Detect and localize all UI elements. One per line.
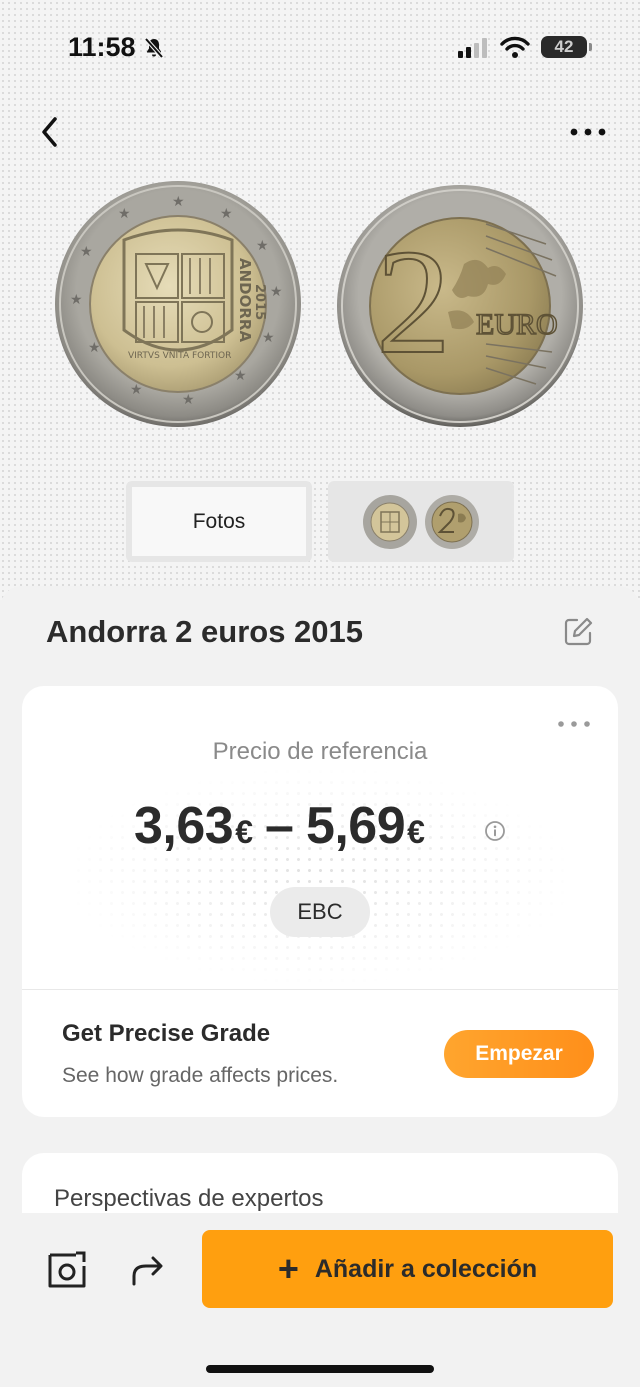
- share-arrow-icon: [132, 1256, 163, 1286]
- reference-price-label: Precio de referencia: [212, 738, 428, 765]
- svg-text:★: ★: [118, 206, 131, 222]
- thumbnail-fotos[interactable]: Fotos: [126, 481, 312, 562]
- chevron-left-icon: [42, 117, 57, 147]
- home-indicator: [206, 1365, 434, 1373]
- coin-obverse-image[interactable]: ★ ★ ★ ★ ★ ★ ★ ★ ★ ★ ★ ★ VIRTVS VNITA FORTIOR AND…: [54, 180, 302, 428]
- signal-icon: [458, 38, 490, 63]
- divider: [22, 989, 618, 990]
- thumbnail-fotos-label: Fotos: [132, 487, 306, 556]
- add-to-collection-label: Añadir a colección: [314, 1254, 538, 1283]
- coin-unit: EURO: [476, 308, 558, 341]
- more-horizontal-icon: [558, 721, 590, 727]
- price-low: 3,63: [134, 797, 234, 855]
- svg-text:★: ★: [220, 206, 233, 222]
- more-options-button[interactable]: [568, 124, 608, 140]
- coin-reverse-image[interactable]: 2 EURO: [336, 184, 584, 428]
- price-card: Precio de referencia 3,63 € – 5,69 € EBC…: [22, 686, 618, 1117]
- coin-value: 2: [376, 219, 451, 385]
- svg-text:★: ★: [88, 340, 101, 356]
- coin-title: Andorra 2 euros 2015: [46, 614, 364, 649]
- info-icon[interactable]: [484, 820, 506, 842]
- price-card-more-button[interactable]: [556, 716, 592, 727]
- more-horizontal-icon: [570, 128, 606, 136]
- coin-motto: VIRTVS VNITA FORTIOR: [128, 351, 231, 361]
- thumbnail-coin-images[interactable]: [328, 481, 514, 562]
- edit-icon: [564, 617, 593, 646]
- camera-button[interactable]: [46, 1248, 88, 1290]
- experts-title: Perspectivas de expertos: [54, 1185, 324, 1212]
- wifi-icon: [500, 36, 530, 63]
- share-button[interactable]: [128, 1250, 170, 1290]
- status-bar: 11:58 42: [0, 0, 640, 96]
- back-button[interactable]: [36, 114, 66, 150]
- camera-icon: [48, 1251, 86, 1288]
- edit-button[interactable]: [562, 616, 594, 648]
- status-time: 11:58: [68, 32, 136, 62]
- svg-text:★: ★: [256, 238, 269, 254]
- price-high: 5,69: [305, 797, 406, 855]
- start-button[interactable]: Empezar: [444, 1030, 594, 1078]
- svg-text:★: ★: [80, 244, 93, 260]
- svg-text:★: ★: [182, 392, 195, 408]
- svg-text:★: ★: [130, 382, 143, 398]
- plus-icon: +: [277, 1248, 299, 1289]
- svg-text:★: ★: [70, 292, 83, 308]
- precise-grade-subtitle: See how grade affects prices.: [62, 1064, 339, 1087]
- coin-country: ANDORRA: [236, 258, 254, 342]
- price-range-dash: –: [265, 797, 294, 855]
- coin-year: 2015: [252, 284, 267, 320]
- price-range: 3,63 € – 5,69 €: [134, 796, 425, 866]
- svg-text:★: ★: [172, 194, 185, 210]
- add-to-collection-button[interactable]: + Añadir a colección: [202, 1230, 613, 1308]
- svg-text:★: ★: [270, 284, 283, 300]
- currency-symbol: €: [235, 814, 254, 850]
- svg-text:★: ★: [262, 330, 275, 346]
- mini-coin-obverse: [363, 495, 417, 549]
- currency-symbol: €: [407, 814, 425, 850]
- precise-grade-title: Get Precise Grade: [62, 1020, 271, 1047]
- battery-icon: 42: [541, 36, 592, 58]
- bell-slash-icon: [142, 36, 166, 65]
- mini-coin-reverse: [425, 495, 479, 549]
- grade-chip[interactable]: EBC: [270, 887, 370, 937]
- svg-text:★: ★: [234, 368, 247, 384]
